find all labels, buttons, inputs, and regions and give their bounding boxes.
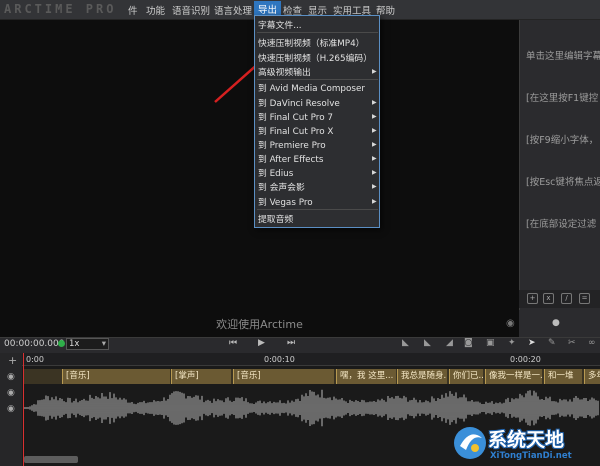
- delete-icon[interactable]: x: [543, 293, 554, 304]
- submenu-arrow-icon: ▶: [372, 127, 377, 134]
- magic-icon[interactable]: ✦: [508, 338, 516, 348]
- subtitle-segment[interactable]: 像我一样是一...: [485, 369, 542, 384]
- ruler-tick-label: 0:00:20: [510, 355, 541, 364]
- watermark-title: 系统天地: [488, 429, 565, 451]
- menu-item-vegas[interactable]: 到 Vegas Pro: [258, 195, 313, 208]
- help-line: [在底部设定过滤: [526, 219, 597, 230]
- play-icon[interactable]: ▶: [258, 338, 265, 348]
- subtitle-segment[interactable]: 你们已...: [449, 369, 483, 384]
- marker-in-icon[interactable]: ◣: [424, 338, 431, 348]
- menu-file[interactable]: 件: [128, 3, 138, 17]
- help-line: 单击这里编辑字幕: [526, 51, 600, 62]
- welcome-text: 欢迎使用Arctime: [216, 318, 303, 331]
- playhead[interactable]: [23, 353, 24, 466]
- menu-item-fcp7[interactable]: 到 Final Cut Pro 7: [258, 110, 333, 123]
- add-track-icon[interactable]: +: [8, 354, 17, 367]
- link-icon[interactable]: ∞: [588, 338, 596, 348]
- ruler-tick-label: 0:00:10: [264, 355, 295, 364]
- menu-separator: [257, 79, 378, 80]
- marker-out-icon[interactable]: ◢: [446, 338, 453, 348]
- pointer-icon[interactable]: ➤: [528, 338, 536, 348]
- edit-icon[interactable]: /: [561, 293, 572, 304]
- menu-item-davinci[interactable]: 到 DaVinci Resolve: [258, 96, 340, 109]
- add-icon[interactable]: +: [527, 293, 538, 304]
- status-dot-icon: [58, 340, 65, 347]
- menu-language-processing[interactable]: 语言处理: [214, 3, 252, 17]
- menu-item-fcpx[interactable]: 到 Final Cut Pro X: [258, 124, 333, 137]
- menu-item-huishengyingying[interactable]: 到 会声会影: [258, 180, 305, 193]
- submenu-arrow-icon: ▶: [372, 141, 377, 148]
- menu-item-subtitle-file[interactable]: 字幕文件...: [258, 18, 302, 31]
- skip-forward-icon[interactable]: ⏭: [287, 338, 295, 348]
- submenu-arrow-icon: ▶: [372, 155, 377, 162]
- scissors-icon[interactable]: ✂: [568, 338, 576, 348]
- edit-tool-icon[interactable]: ✎: [548, 338, 556, 348]
- watermark-url: XiTongTianDi.net: [490, 451, 572, 461]
- app-logo: ARCTIME PRO: [4, 2, 117, 16]
- menu-item-quick-h265[interactable]: 快速压制视频（H.265编码）: [258, 51, 372, 64]
- timecode-display: 00:00:00.000: [4, 339, 65, 349]
- subtitle-segment[interactable]: [音乐]: [62, 369, 170, 384]
- help-line: [按F9缩小字体，: [526, 135, 599, 146]
- list-icon[interactable]: =: [579, 293, 590, 304]
- menu-item-edius[interactable]: 到 Edius: [258, 166, 293, 179]
- subtitle-segment[interactable]: 我总是随身...: [397, 369, 447, 384]
- menu-item-advanced-output[interactable]: 高级视频输出: [258, 65, 311, 78]
- export-menu: 字幕文件... 快速压制视频（标准MP4） 快速压制视频（H.265编码） 高级…: [254, 15, 380, 228]
- menu-item-avid[interactable]: 到 Avid Media Composer: [258, 81, 365, 94]
- timeline-scrollbar[interactable]: [24, 456, 78, 463]
- submenu-arrow-icon: ▶: [372, 169, 377, 176]
- menu-separator: [257, 209, 378, 210]
- submenu-arrow-icon: ▶: [372, 198, 377, 205]
- panel-toolbar: + x / =: [519, 290, 600, 308]
- chevron-down-icon: ▾: [101, 339, 106, 349]
- menu-function[interactable]: 功能: [146, 3, 165, 17]
- menu-speech-recognition[interactable]: 语音识别: [172, 3, 210, 17]
- menu-item-premiere[interactable]: 到 Premiere Pro: [258, 138, 326, 151]
- help-line: [按Esc键将焦点返: [526, 177, 600, 188]
- subtitle-segment[interactable]: [音乐]: [233, 369, 334, 384]
- submenu-arrow-icon: ▶: [372, 183, 377, 190]
- speed-select[interactable]: 1x ▾: [66, 338, 109, 350]
- ruler-tick-label: 0:00: [26, 355, 44, 364]
- subtitle-segment[interactable]: 嘿，我 这里...: [336, 369, 396, 384]
- menu-separator: [257, 32, 378, 33]
- submenu-arrow-icon: ▶: [372, 99, 377, 106]
- track-visibility-eye-icon[interactable]: ◉: [7, 404, 15, 414]
- subtitle-segment[interactable]: 多年: [584, 369, 600, 384]
- skip-back-icon[interactable]: ⏮: [229, 338, 237, 348]
- subtitle-segment[interactable]: 和一堆: [544, 369, 582, 384]
- marker-icon[interactable]: ◣: [402, 338, 409, 348]
- submenu-arrow-icon: ▶: [372, 113, 377, 120]
- camera-icon[interactable]: ◙: [464, 338, 473, 348]
- fit-icon[interactable]: ▣: [486, 338, 495, 348]
- menu-item-after-effects[interactable]: 到 After Effects: [258, 152, 323, 165]
- menu-item-extract-audio[interactable]: 提取音频: [258, 212, 293, 225]
- submenu-arrow-icon: ▶: [372, 68, 377, 75]
- comment-icon[interactable]: ●: [552, 318, 560, 328]
- help-text: 单击这里编辑字幕 [在这里按F1键控 [按F9缩小字体， [按Esc键将焦点返 …: [526, 22, 600, 246]
- panel-toolbar-lower: ●: [519, 310, 600, 337]
- track-visibility-eye-icon[interactable]: ◉: [7, 388, 15, 398]
- subtitle-segment[interactable]: [掌声]: [171, 369, 231, 384]
- help-line: [在这里按F1键控: [526, 93, 599, 104]
- menu-item-quick-mp4[interactable]: 快速压制视频（标准MP4）: [258, 36, 364, 49]
- track-visibility-eye-icon[interactable]: ◉: [7, 372, 15, 382]
- eye-icon[interactable]: ◉: [506, 318, 515, 329]
- speed-value: 1x: [69, 339, 80, 349]
